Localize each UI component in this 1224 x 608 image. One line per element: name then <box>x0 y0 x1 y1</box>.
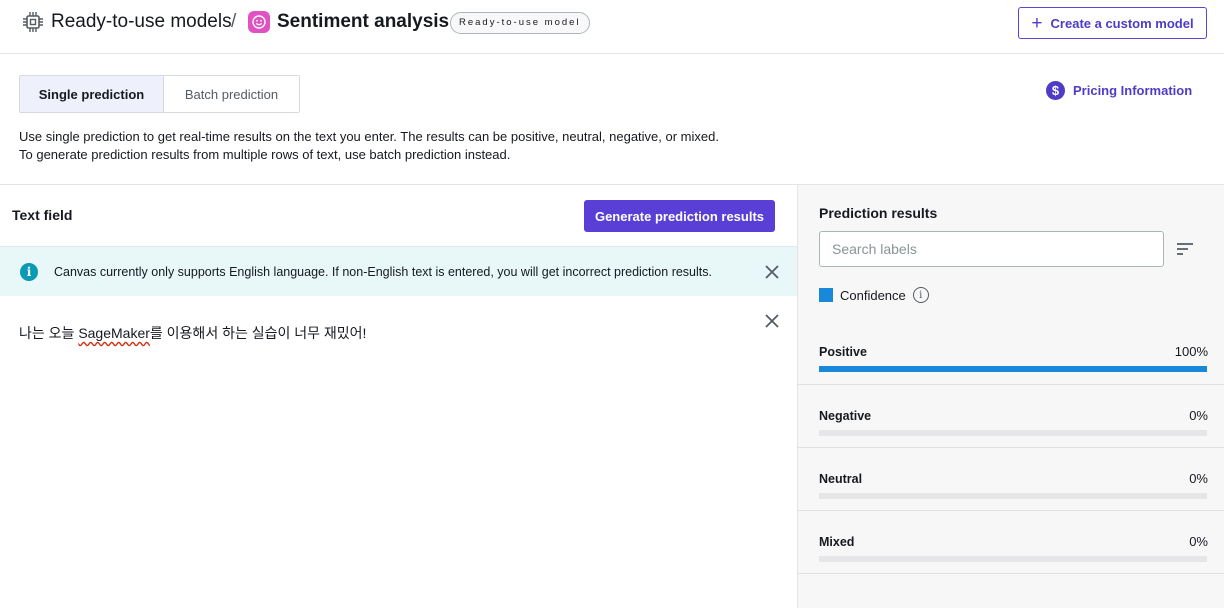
chip-icon <box>23 12 43 32</box>
dollar-icon: $ <box>1046 81 1065 100</box>
confidence-legend: Confidence i <box>819 287 929 303</box>
language-info-banner: i Canvas currently only supports English… <box>0 246 797 296</box>
result-value: 0% <box>1189 534 1208 549</box>
description-line-1: Use single prediction to get real-time r… <box>19 129 719 144</box>
text-input-post: 를 이용해서 하는 실습이 너무 재밌어! <box>149 325 367 341</box>
result-positive: Positive 100% <box>798 321 1224 384</box>
result-value: 100% <box>1174 344 1208 359</box>
text-input-pre: 나는 오늘 <box>19 325 79 341</box>
prediction-results-title: Prediction results <box>819 205 938 221</box>
result-label: Neutral <box>819 472 863 486</box>
result-label: Mixed <box>819 535 855 549</box>
result-label: Negative <box>819 409 872 423</box>
tab-batch-prediction[interactable]: Batch prediction <box>164 76 299 112</box>
result-negative: Negative 0% <box>798 384 1224 447</box>
legend-label: Confidence <box>840 287 906 303</box>
clear-text-icon[interactable] <box>764 313 780 329</box>
page-header: Ready-to-use models / Sentiment analysis… <box>0 0 1224 54</box>
legend-swatch <box>819 288 833 302</box>
result-neutral: Neutral 0% <box>798 447 1224 510</box>
info-icon[interactable]: i <box>912 287 929 303</box>
banner-text: Canvas currently only supports English l… <box>54 265 712 279</box>
search-labels-input[interactable] <box>819 231 1164 267</box>
result-value: 0% <box>1189 471 1208 486</box>
text-field-label: Text field <box>12 207 73 223</box>
description: Use single prediction to get real-time r… <box>19 128 719 164</box>
page-title: Sentiment analysis <box>277 11 450 32</box>
confidence-bar-track <box>819 430 1207 436</box>
create-custom-model-button[interactable]: + Create a custom model <box>1018 7 1207 39</box>
sort-icon[interactable] <box>1176 242 1194 256</box>
pricing-information-label: Pricing Information <box>1073 83 1193 98</box>
text-input[interactable]: 나는 오늘 SageMaker를 이용해서 하는 실습이 너무 재밌어! <box>19 323 366 343</box>
breadcrumb-separator: / <box>231 11 237 32</box>
result-value: 0% <box>1189 408 1208 423</box>
pricing-information-link[interactable]: $ Pricing Information <box>1046 81 1192 100</box>
confidence-bar-track <box>819 493 1207 499</box>
ready-to-use-badge: Ready-to-use model <box>450 12 590 34</box>
tab-single-prediction[interactable]: Single prediction <box>20 76 164 112</box>
text-field-panel: Text field Generate prediction results i… <box>0 184 797 608</box>
results-divider <box>798 573 1224 574</box>
misspelled-word: SageMaker <box>78 325 150 341</box>
info-icon: i <box>20 263 38 281</box>
generate-prediction-button[interactable]: Generate prediction results <box>584 200 775 232</box>
confidence-bar-track <box>819 556 1207 562</box>
smile-icon <box>248 11 270 33</box>
result-label: Positive <box>819 345 867 359</box>
close-icon[interactable] <box>764 264 780 280</box>
plus-icon: + <box>1031 12 1043 34</box>
breadcrumb-ready-to-use-models[interactable]: Ready-to-use models <box>51 11 232 33</box>
result-mixed: Mixed 0% <box>798 510 1224 573</box>
confidence-bar-track <box>819 366 1207 372</box>
confidence-bar-fill <box>819 366 1207 372</box>
create-custom-model-label: Create a custom model <box>1050 15 1194 31</box>
prediction-mode-tabs: Single prediction Batch prediction <box>19 75 300 113</box>
prediction-results-panel: Prediction results Confidence i Positive… <box>797 184 1224 608</box>
description-line-2: To generate prediction results from mult… <box>19 147 511 162</box>
